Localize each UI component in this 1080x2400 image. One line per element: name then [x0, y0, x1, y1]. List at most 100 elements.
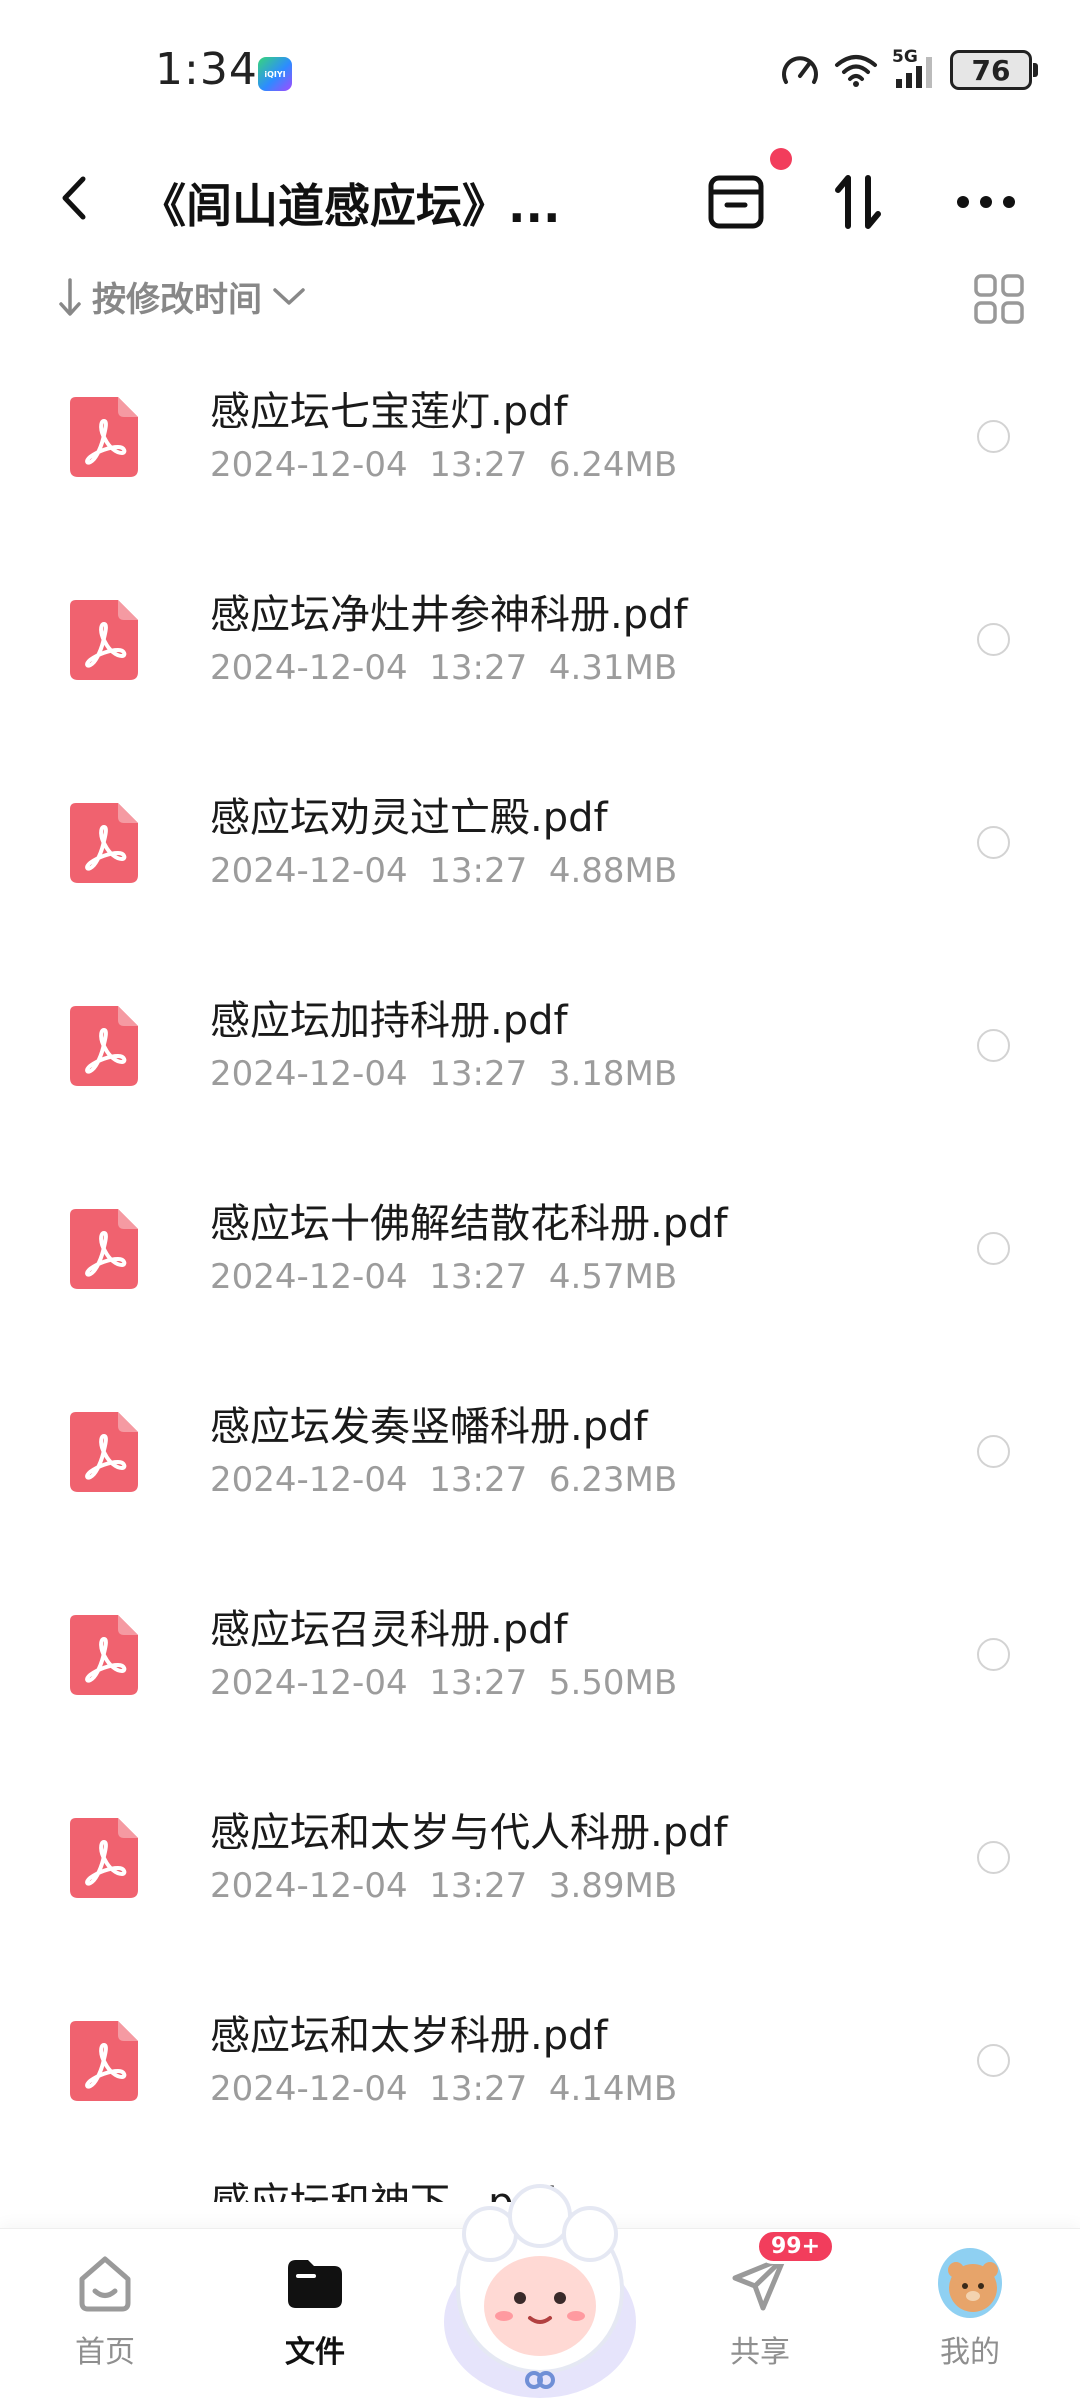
file-size: 3.89MB — [548, 1866, 678, 1906]
pdf-file-icon — [70, 600, 138, 680]
tab-label: 共享 — [730, 2335, 790, 2370]
file-size: 6.24MB — [548, 445, 678, 485]
file-row[interactable]: 感应坛发奏竖幡科册.pdf 2024-12-04 13:27 6.23MB — [0, 1350, 1080, 1553]
more-options-button[interactable] — [950, 166, 1022, 238]
sort-by-modified-dropdown[interactable]: 按修改时间 — [58, 272, 306, 321]
file-date: 2024-12-04 — [210, 1460, 408, 1500]
archive-box-icon — [708, 175, 764, 229]
file-time: 13:27 — [429, 1054, 528, 1094]
file-date: 2024-12-04 — [210, 2069, 408, 2109]
more-horizontal-icon — [957, 196, 1015, 208]
file-name: 感应坛净灶井参神科册.pdf — [210, 592, 688, 638]
select-checkbox[interactable] — [977, 1029, 1010, 1062]
select-checkbox[interactable] — [977, 420, 1010, 453]
arrow-down-icon — [59, 277, 81, 316]
speed-gauge-icon — [782, 56, 818, 84]
file-date: 2024-12-04 — [210, 1866, 408, 1906]
file-row[interactable]: 感应坛加持科册.pdf 2024-12-04 13:27 3.18MB — [0, 944, 1080, 1147]
paper-plane-icon: 99+ — [728, 2229, 836, 2315]
iqiyi-app-icon: iQIYI — [258, 57, 292, 91]
tab-label: 首页 — [75, 2335, 135, 2370]
grid-view-toggle[interactable] — [972, 272, 1026, 326]
file-date: 2024-12-04 — [210, 1663, 408, 1703]
pdf-file-icon — [70, 397, 138, 477]
transfer-list-button[interactable] — [700, 148, 792, 238]
pdf-file-icon — [70, 1006, 138, 1086]
file-row[interactable]: 感应坛召灵科册.pdf 2024-12-04 13:27 5.50MB — [0, 1553, 1080, 1756]
select-checkbox[interactable] — [977, 1435, 1010, 1468]
grid-icon — [974, 274, 1024, 324]
sort-label: 按修改时间 — [92, 280, 262, 320]
file-time: 13:27 — [429, 851, 528, 891]
pdf-file-icon — [70, 1412, 138, 1492]
file-time: 13:27 — [429, 2069, 528, 2109]
pdf-file-icon — [70, 803, 138, 883]
file-size: 4.57MB — [548, 1257, 678, 1297]
file-meta: 2024-12-04 13:27 5.50MB — [210, 1663, 677, 1703]
file-row[interactable]: 感应坛和太岁科册.pdf 2024-12-04 13:27 4.14MB — [0, 1959, 1080, 2162]
file-time: 13:27 — [429, 1866, 528, 1906]
tab-share[interactable]: 99+ 共享 — [690, 2229, 836, 2400]
ai-assistant-mascot-button[interactable] — [430, 2172, 650, 2400]
file-size: 5.50MB — [548, 1663, 678, 1703]
file-date: 2024-12-04 — [210, 1257, 408, 1297]
file-meta: 2024-12-04 13:27 4.88MB — [210, 851, 677, 891]
file-name: 感应坛十佛解结散花科册.pdf — [210, 1201, 728, 1247]
tab-home[interactable]: 首页 — [35, 2229, 175, 2400]
avatar — [938, 2248, 1002, 2318]
select-checkbox[interactable] — [977, 1638, 1010, 1671]
file-time: 13:27 — [429, 1257, 528, 1297]
file-meta: 2024-12-04 13:27 3.89MB — [210, 1866, 677, 1906]
file-browser-screen: 1:34 iQIYI 5G 76 《闾山道感应坛》... 按修改时间 感应坛七宝… — [0, 0, 1080, 2400]
tab-files[interactable]: 文件 — [245, 2229, 385, 2400]
pdf-file-icon — [70, 2021, 138, 2101]
tab-label: 我的 — [940, 2335, 1000, 2370]
notification-dot — [770, 148, 792, 170]
file-meta: 2024-12-04 13:27 6.23MB — [210, 1460, 677, 1500]
select-checkbox[interactable] — [977, 623, 1010, 656]
tab-label: 文件 — [285, 2335, 345, 2370]
file-meta: 2024-12-04 13:27 3.18MB — [210, 1054, 677, 1094]
folder-title: 《闾山道感应坛》... — [140, 179, 561, 233]
file-size: 4.14MB — [548, 2069, 678, 2109]
sort-bar: 按修改时间 — [0, 262, 1080, 332]
file-date: 2024-12-04 — [210, 445, 408, 485]
file-name: 感应坛劝灵过亡殿.pdf — [210, 795, 608, 841]
select-checkbox[interactable] — [977, 2044, 1010, 2077]
select-checkbox[interactable] — [977, 1232, 1010, 1265]
file-row[interactable]: 感应坛十佛解结散花科册.pdf 2024-12-04 13:27 4.57MB — [0, 1147, 1080, 1350]
file-name: 感应坛加持科册.pdf — [210, 998, 568, 1044]
file-name: 感应坛和太岁与代人科册.pdf — [210, 1810, 728, 1856]
file-date: 2024-12-04 — [210, 648, 408, 688]
file-size: 4.88MB — [548, 851, 678, 891]
home-icon — [73, 2251, 137, 2315]
status-clock: 1:34 — [155, 44, 258, 95]
back-button[interactable] — [44, 168, 104, 228]
file-list: 感应坛七宝莲灯.pdf 2024-12-04 13:27 6.24MB 感应坛净… — [0, 335, 1080, 2202]
sort-order-button[interactable] — [822, 166, 894, 238]
file-row[interactable]: 感应坛劝灵过亡殿.pdf 2024-12-04 13:27 4.88MB — [0, 741, 1080, 944]
file-meta: 2024-12-04 13:27 6.24MB — [210, 445, 677, 485]
file-row[interactable]: 感应坛和太岁与代人科册.pdf 2024-12-04 13:27 3.89MB — [0, 1756, 1080, 1959]
swap-vertical-icon — [835, 175, 881, 229]
status-icons: 5G 76 — [780, 47, 1038, 90]
file-time: 13:27 — [429, 445, 528, 485]
file-name: 感应坛和太岁科册.pdf — [210, 2013, 608, 2059]
tab-profile[interactable]: 我的 — [900, 2229, 1040, 2400]
wifi-icon — [835, 55, 877, 87]
select-checkbox[interactable] — [977, 1841, 1010, 1874]
select-checkbox[interactable] — [977, 826, 1010, 859]
pdf-file-icon — [70, 1209, 138, 1289]
file-row[interactable]: 感应坛净灶井参神科册.pdf 2024-12-04 13:27 4.31MB — [0, 538, 1080, 741]
file-row[interactable]: 感应坛七宝莲灯.pdf 2024-12-04 13:27 6.24MB — [0, 335, 1080, 538]
status-bar: 1:34 iQIYI 5G 76 — [0, 0, 1080, 140]
file-meta: 2024-12-04 13:27 4.57MB — [210, 1257, 677, 1297]
share-count-badge: 99+ — [756, 2229, 836, 2264]
file-time: 13:27 — [429, 648, 528, 688]
file-meta: 2024-12-04 13:27 4.14MB — [210, 2069, 677, 2109]
file-size: 6.23MB — [548, 1460, 678, 1500]
file-name: 感应坛召灵科册.pdf — [210, 1607, 568, 1653]
cellular-signal-icon: 5G — [892, 47, 936, 89]
file-date: 2024-12-04 — [210, 851, 408, 891]
file-size: 3.18MB — [548, 1054, 678, 1094]
